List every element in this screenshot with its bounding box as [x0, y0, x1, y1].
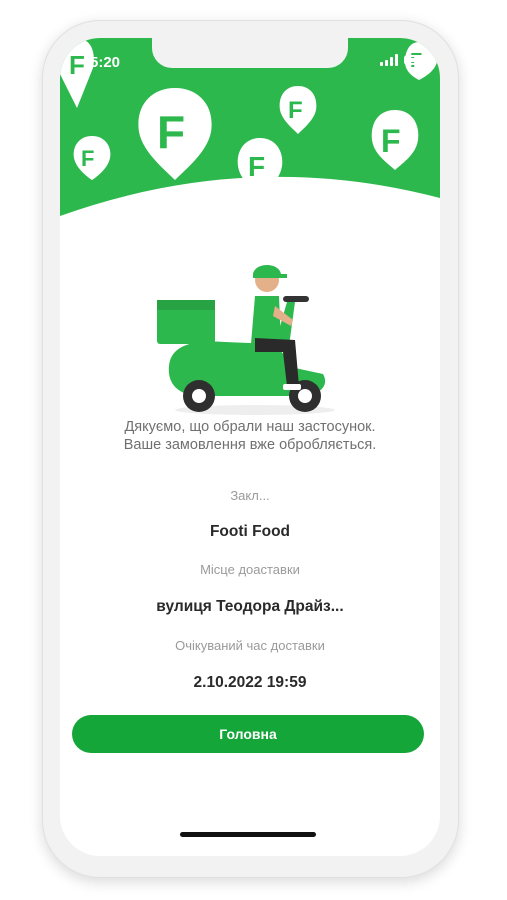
address-label: Місце доаставки	[200, 562, 300, 577]
svg-text:F: F	[288, 97, 303, 124]
f-logo-pin-icon: F	[237, 138, 283, 194]
device-notch	[152, 38, 348, 68]
svg-text:F: F	[81, 146, 94, 171]
thank-you-line-2: Ваше замовлення вже обробляється.	[123, 437, 377, 453]
delivery-time-value: 2.10.2022 19:59	[193, 674, 307, 691]
svg-text:F: F	[157, 106, 185, 158]
status-time: 5:20	[90, 54, 121, 71]
signal-icon	[380, 54, 398, 66]
home-button[interactable]: Головна	[72, 715, 424, 753]
thank-you-line-1: Дякуємо, що обрали наш застосунок.	[124, 419, 376, 435]
battery-icon	[404, 55, 426, 65]
delivery-time-label: Очікуваний час доставки	[175, 638, 325, 653]
address-value: вулиця Теодора Драйз...	[156, 598, 344, 615]
svg-text:F: F	[248, 151, 265, 182]
svg-text:F: F	[381, 123, 401, 159]
thank-you-message: Дякуємо, що обрали наш застосунок. Ваше …	[60, 418, 440, 454]
app-screen: F F F F F F F 5:20 Дякуємо, що обрали на…	[60, 38, 440, 856]
delivery-scooter-illustration	[157, 265, 335, 415]
home-indicator[interactable]	[180, 832, 316, 837]
restaurant-value: Footi Food	[209, 523, 291, 540]
restaurant-label: Закл...	[230, 488, 270, 503]
svg-text:F: F	[69, 50, 85, 80]
status-indicators	[380, 54, 426, 66]
